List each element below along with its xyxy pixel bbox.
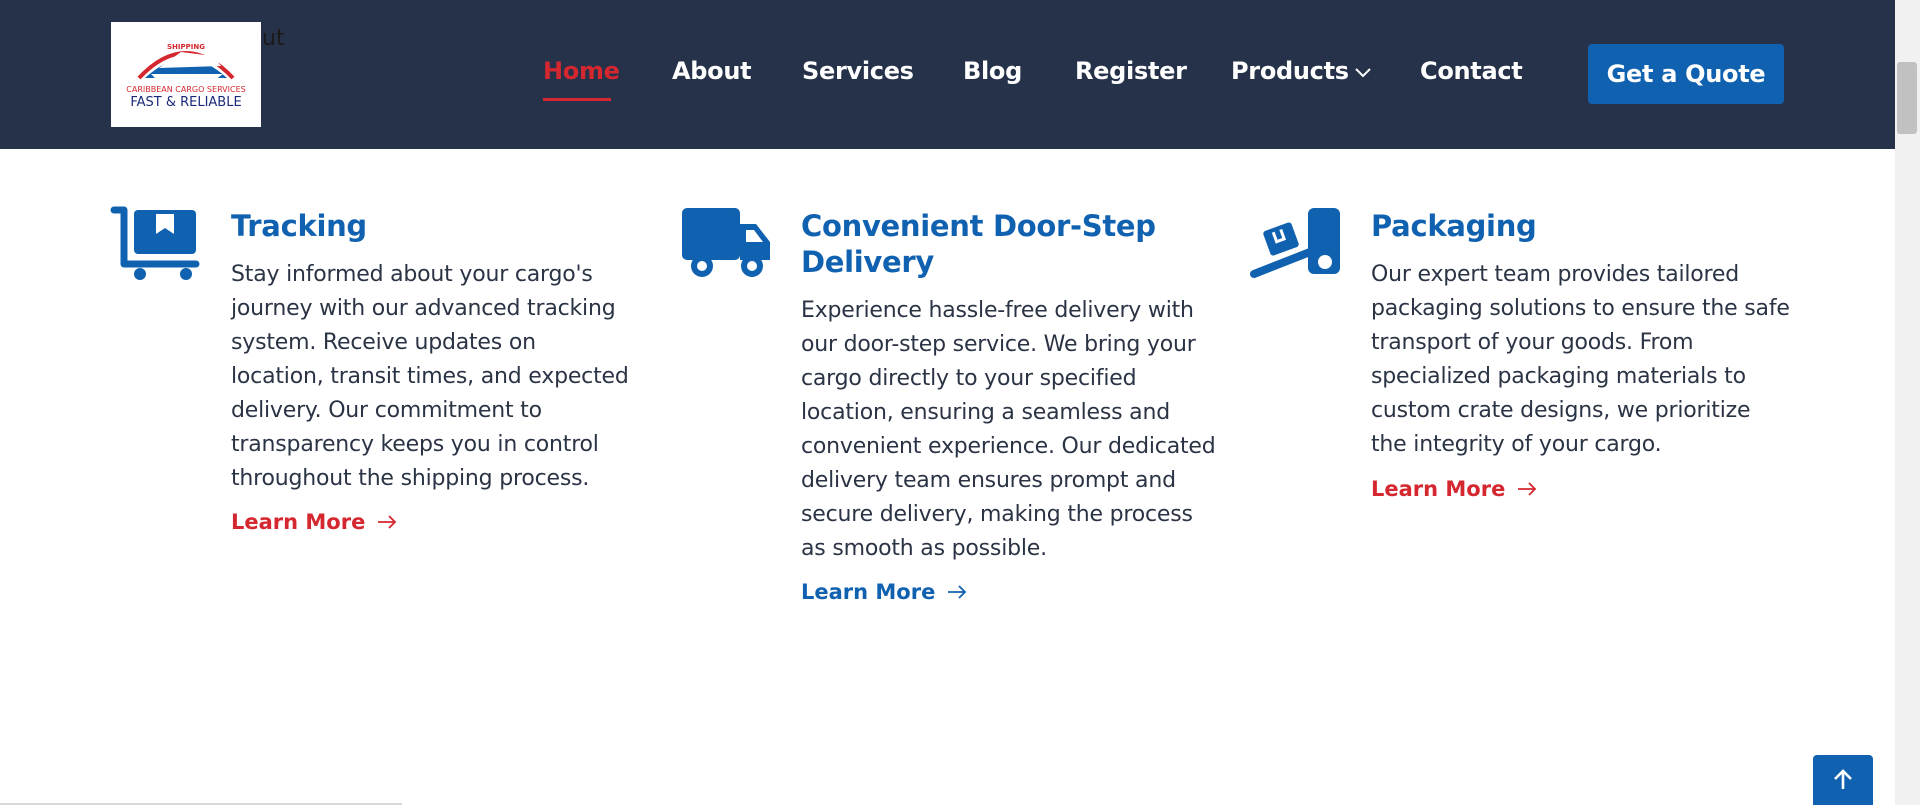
nav-home[interactable]: Home <box>543 57 620 85</box>
chevron-down-icon <box>1355 56 1371 84</box>
dolly-icon <box>1250 206 1342 284</box>
nav-products-label: Products <box>1231 57 1349 85</box>
nav-services[interactable]: Services <box>802 57 914 85</box>
arrow-up-icon <box>1834 769 1852 789</box>
feature-desc-packaging: Our expert team provides tailored packag… <box>1371 262 1790 457</box>
nav-contact[interactable]: Contact <box>1420 57 1523 85</box>
feature-desc-tracking: Stay informed about your cargo's journey… <box>231 262 629 491</box>
back-to-top-button[interactable] <box>1813 755 1873 805</box>
learn-more-link-packaging[interactable]: Learn More <box>1371 477 1537 501</box>
nav-register[interactable]: Register <box>1075 57 1187 85</box>
feature-title-tracking: Tracking <box>231 209 367 243</box>
nav-about[interactable]: About <box>672 57 752 85</box>
learn-more-link-delivery[interactable]: Learn More <box>801 580 967 604</box>
arrow-right-icon <box>948 585 967 599</box>
get-quote-button[interactable]: Get a Quote <box>1588 44 1784 104</box>
nav-blog[interactable]: Blog <box>963 57 1022 85</box>
cart-box-icon <box>110 206 202 284</box>
scrollbar-thumb[interactable] <box>1897 62 1917 134</box>
arrow-right-icon <box>378 515 397 529</box>
feature-title-delivery: Convenient Door-Step Delivery <box>801 209 1156 279</box>
nav-active-underline <box>543 98 611 101</box>
learn-more-label: Learn More <box>801 580 936 604</box>
learn-more-label: Learn More <box>231 510 366 534</box>
learn-more-label: Learn More <box>1371 477 1506 501</box>
arrow-right-icon <box>1518 482 1537 496</box>
nav-products[interactable]: Products <box>1231 57 1371 85</box>
truck-icon <box>680 206 772 284</box>
feature-title-packaging: Packaging <box>1371 209 1537 243</box>
feature-desc-delivery: Experience hassle-free delivery with our… <box>801 298 1216 561</box>
learn-more-link-tracking[interactable]: Learn More <box>231 510 397 534</box>
